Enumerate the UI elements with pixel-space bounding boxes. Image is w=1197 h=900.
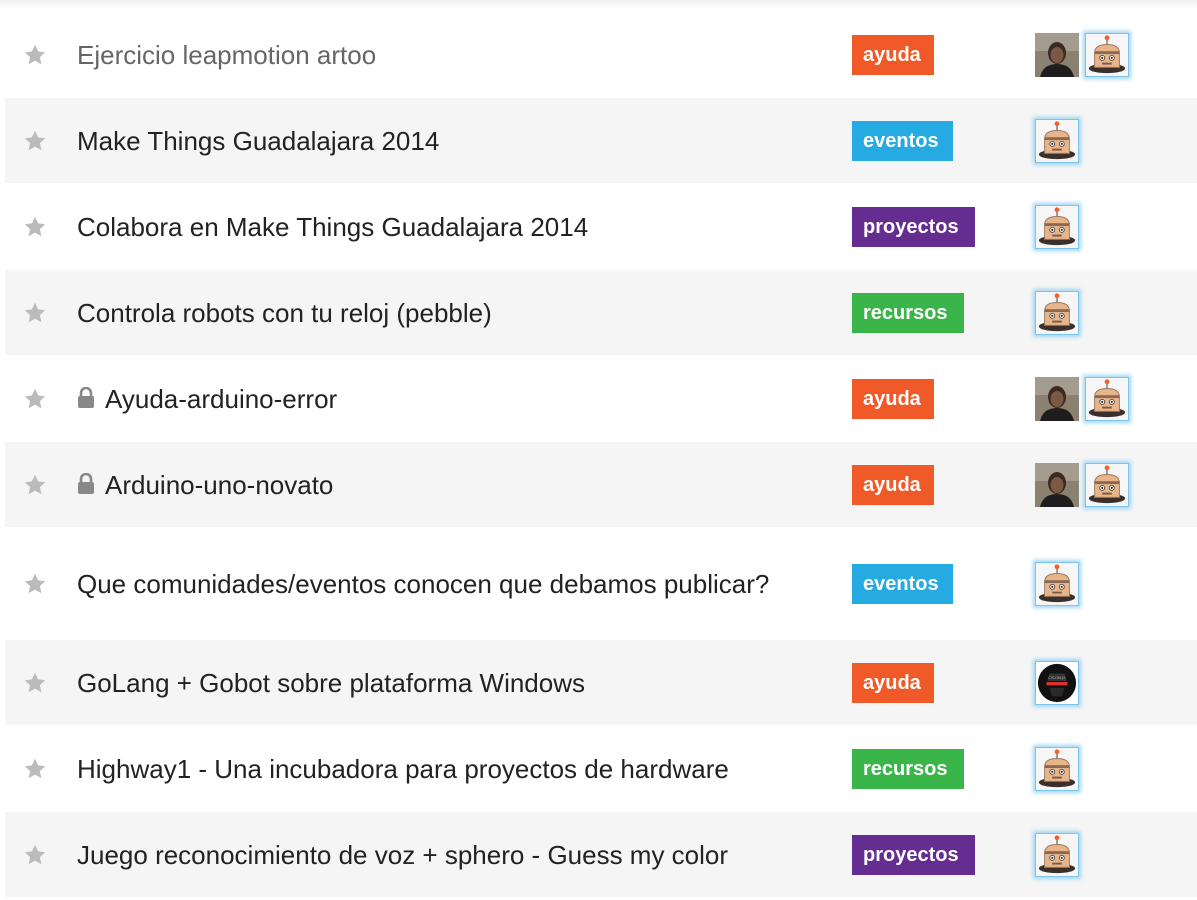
topic-row[interactable]: Highway1 - Una incubadora para proyectos… xyxy=(5,726,1197,812)
topic-title-link[interactable]: GoLang + Gobot sobre plataforma Windows xyxy=(77,668,585,698)
star-icon[interactable] xyxy=(23,757,47,781)
category-badge[interactable]: proyectos xyxy=(852,834,975,875)
topic-title-link[interactable]: Arduino-uno-novato xyxy=(105,470,333,500)
topic-title-link[interactable]: Highway1 - Una incubadora para proyectos… xyxy=(77,754,729,784)
topic-row[interactable]: Ayuda-arduino-error ayuda xyxy=(5,356,1197,442)
topic-title-wrap: Controla robots con tu reloj (pebble) xyxy=(77,298,817,328)
posters xyxy=(1035,832,1085,877)
posters: CYLON.JS xyxy=(1035,660,1085,705)
category-badge[interactable]: proyectos xyxy=(852,206,975,247)
photo-avatar[interactable] xyxy=(1035,376,1079,421)
photo-avatar[interactable] xyxy=(1035,462,1079,507)
robot-avatar[interactable] xyxy=(1035,561,1079,606)
star-icon[interactable] xyxy=(23,129,47,153)
topic-row[interactable]: Que comunidades/eventos conocen que deba… xyxy=(5,528,1197,640)
category-badge[interactable]: ayuda xyxy=(852,464,934,505)
photo-avatar[interactable] xyxy=(1035,32,1079,77)
star-icon[interactable] xyxy=(23,572,47,596)
robot-avatar[interactable] xyxy=(1085,32,1129,77)
topic-title-wrap: Ejercicio leapmotion artoo xyxy=(77,40,817,70)
robot-avatar[interactable] xyxy=(1035,290,1079,335)
topic-title-wrap: Colabora en Make Things Guadalajara 2014 xyxy=(77,212,817,242)
topic-title-wrap: Highway1 - Una incubadora para proyectos… xyxy=(77,754,817,784)
topic-row[interactable]: Colabora en Make Things Guadalajara 2014… xyxy=(5,184,1197,270)
topic-title-wrap: GoLang + Gobot sobre plataforma Windows xyxy=(77,668,817,698)
category-badge[interactable]: ayuda xyxy=(852,378,934,419)
list-top-edge xyxy=(0,0,1197,10)
topic-title-wrap: Que comunidades/eventos conocen que deba… xyxy=(77,569,817,599)
robot-avatar[interactable] xyxy=(1085,462,1129,507)
posters xyxy=(1035,118,1085,163)
topic-row[interactable]: GoLang + Gobot sobre plataforma Windows a… xyxy=(5,640,1197,726)
category-badge[interactable]: recursos xyxy=(852,292,964,333)
svg-text:CYLON.JS: CYLON.JS xyxy=(1048,675,1066,680)
posters xyxy=(1035,462,1135,507)
posters xyxy=(1035,204,1085,249)
topic-row[interactable]: Arduino-uno-novato ayuda xyxy=(5,442,1197,528)
robot-avatar[interactable] xyxy=(1035,204,1079,249)
topic-title-wrap: Ayuda-arduino-error xyxy=(77,384,817,414)
star-icon[interactable] xyxy=(23,215,47,239)
star-icon[interactable] xyxy=(23,301,47,325)
posters xyxy=(1035,746,1085,791)
topic-title-wrap: Make Things Guadalajara 2014 xyxy=(77,126,817,156)
star-icon[interactable] xyxy=(23,43,47,67)
topic-row[interactable]: Juego reconocimiento de voz + sphero - G… xyxy=(5,812,1197,898)
topic-row[interactable]: Controla robots con tu reloj (pebble) rec… xyxy=(5,270,1197,356)
category-badge[interactable]: eventos xyxy=(852,563,953,604)
posters xyxy=(1035,561,1085,606)
category-badge[interactable]: recursos xyxy=(852,748,964,789)
category-badge[interactable]: eventos xyxy=(852,120,953,161)
posters xyxy=(1035,290,1085,335)
topic-title-link[interactable]: Controla robots con tu reloj (pebble) xyxy=(77,298,492,328)
star-icon[interactable] xyxy=(23,473,47,497)
topic-title-wrap: Arduino-uno-novato xyxy=(77,470,817,500)
star-icon[interactable] xyxy=(23,387,47,411)
topic-row[interactable]: Ejercicio leapmotion artoo ayuda xyxy=(5,12,1197,98)
robot-avatar[interactable] xyxy=(1035,746,1079,791)
topic-title-link[interactable]: Make Things Guadalajara 2014 xyxy=(77,126,439,156)
topic-list: Ejercicio leapmotion artoo ayuda Make Thin… xyxy=(5,12,1197,898)
category-badge[interactable]: ayuda xyxy=(852,34,934,75)
topic-title-link[interactable]: Ejercicio leapmotion artoo xyxy=(77,40,376,70)
topic-title-link[interactable]: Ayuda-arduino-error xyxy=(105,384,337,414)
cylon-avatar[interactable]: CYLON.JS xyxy=(1035,660,1079,705)
category-badge[interactable]: ayuda xyxy=(852,662,934,703)
star-icon[interactable] xyxy=(23,671,47,695)
topic-title-wrap: Juego reconocimiento de voz + sphero - G… xyxy=(77,840,817,870)
lock-icon xyxy=(77,472,95,495)
topic-row[interactable]: Make Things Guadalajara 2014 eventos xyxy=(5,98,1197,184)
robot-avatar[interactable] xyxy=(1035,118,1079,163)
robot-avatar[interactable] xyxy=(1035,832,1079,877)
topic-title-link[interactable]: Que comunidades/eventos conocen que deba… xyxy=(77,569,769,599)
lock-icon xyxy=(77,386,95,409)
star-icon[interactable] xyxy=(23,843,47,867)
topic-title-link[interactable]: Colabora en Make Things Guadalajara 2014 xyxy=(77,212,588,242)
posters xyxy=(1035,376,1135,421)
posters xyxy=(1035,32,1135,77)
robot-avatar[interactable] xyxy=(1085,376,1129,421)
topic-title-link[interactable]: Juego reconocimiento de voz + sphero - G… xyxy=(77,840,728,870)
